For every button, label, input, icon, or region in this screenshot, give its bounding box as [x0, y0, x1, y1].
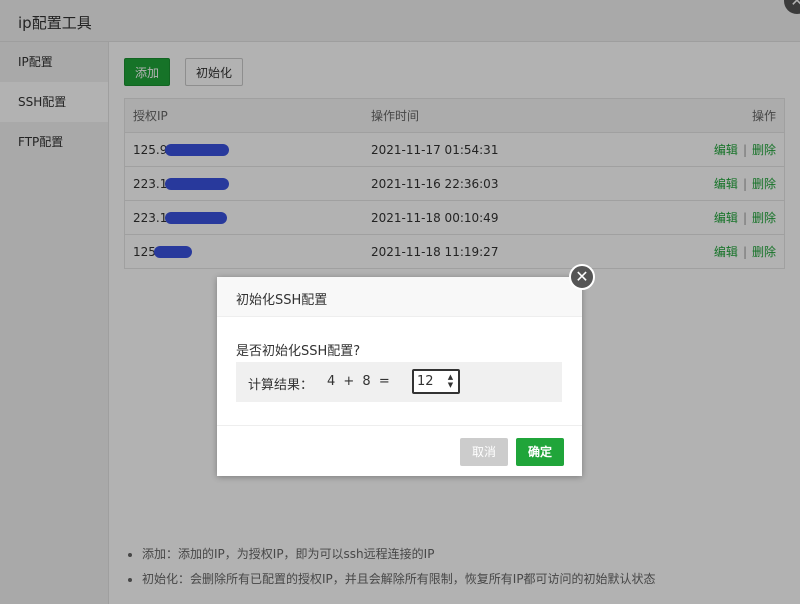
dialog-title: 初始化SSH配置: [236, 293, 328, 308]
init-ssh-dialog: 初始化SSH配置 ✕ 是否初始化SSH配置? 计算结果： 4 + 8 = 12 …: [217, 264, 595, 476]
spinner-down-icon[interactable]: ▼: [445, 381, 456, 389]
captcha-box: 计算结果： 4 + 8 = 12 ▲ ▼: [236, 362, 562, 402]
dialog-footer: 取消 确定: [217, 425, 582, 476]
cancel-button[interactable]: 取消: [460, 438, 508, 466]
confirm-button[interactable]: 确定: [516, 438, 564, 466]
dialog-question: 是否初始化SSH配置?: [236, 344, 361, 359]
captcha-expression: 4 + 8 =: [327, 374, 390, 389]
number-spinner[interactable]: ▲ ▼: [445, 373, 456, 390]
captcha-answer-input[interactable]: 12 ▲ ▼: [412, 369, 460, 394]
captcha-answer-value: 12: [417, 374, 434, 389]
dialog-close-icon[interactable]: ✕: [569, 264, 595, 290]
captcha-label: 计算结果：: [248, 378, 314, 393]
spinner-up-icon[interactable]: ▲: [445, 373, 456, 381]
dialog-header: 初始化SSH配置: [217, 277, 582, 317]
